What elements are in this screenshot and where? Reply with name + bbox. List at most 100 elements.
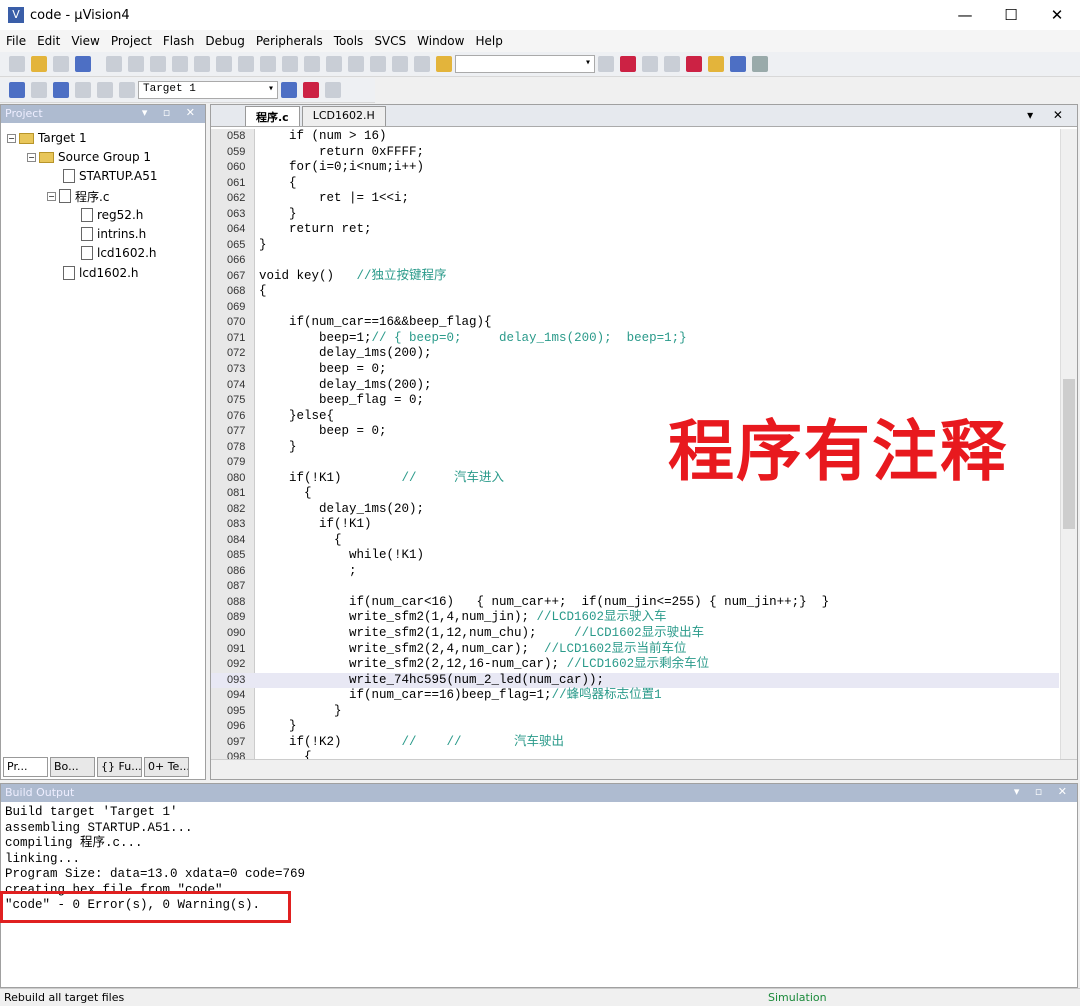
collapse-icon[interactable]: − [47,191,56,201]
maximize-button[interactable]: ☐ [988,0,1034,30]
undo-icon[interactable] [172,56,188,72]
code-statement: void key() [259,268,357,283]
menu-svcs[interactable]: SVCS [374,34,406,48]
menu-debug[interactable]: Debug [205,34,244,48]
build-icon[interactable] [31,82,47,98]
tab-lcd1602-h[interactable]: LCD1602.H [301,106,386,126]
code-text: beep_flag = 0; [259,393,424,409]
find-icon[interactable] [598,56,614,72]
line-number: 088 [227,595,246,608]
tree-file-lcd1602-inc[interactable]: lcd1602.h [81,244,157,262]
manage-books-icon[interactable] [325,82,341,98]
menu-flash[interactable]: Flash [163,34,194,48]
target-options-icon[interactable] [281,82,297,98]
breakpoint-disable-icon[interactable] [664,56,680,72]
menu-window[interactable]: Window [417,34,464,48]
target-select[interactable]: Target 1 [138,81,278,99]
manage-components-icon[interactable] [303,82,319,98]
minimize-button[interactable]: — [942,0,988,30]
code-text: { [259,486,312,502]
find-in-files-icon[interactable] [436,56,452,72]
open-file-icon[interactable] [31,56,47,72]
rebuild-icon[interactable] [53,82,69,98]
bookmark-next-icon[interactable] [304,56,320,72]
code-line: 097 if(!K2) // // 汽车驶出 [211,735,1059,751]
tree-file-startup[interactable]: STARTUP.A51 [63,167,157,185]
scroll-thumb[interactable] [1063,379,1075,529]
line-number: 085 [227,549,246,562]
menu-edit[interactable]: Edit [37,34,60,48]
save-icon[interactable] [53,56,69,72]
batch-build-icon[interactable] [75,82,91,98]
window-config-icon[interactable] [730,56,746,72]
code-text: beep = 0; [259,424,387,440]
tab-templates[interactable]: 0+ Te... [144,757,189,777]
panel-controls[interactable]: ▾ ▫ ✕ [1014,785,1073,798]
collapse-icon[interactable]: − [27,152,36,162]
paste-icon[interactable] [150,56,166,72]
close-button[interactable]: ✕ [1034,0,1080,30]
menu-project[interactable]: Project [111,34,152,48]
tree-file-main-c[interactable]: − 程序.c [47,187,109,205]
tab-books[interactable]: Bo... [50,757,95,777]
copy-icon[interactable] [128,56,144,72]
tree-label: lcd1602.h [97,246,157,260]
cut-icon[interactable] [106,56,122,72]
code-statement: ; [259,563,357,578]
menu-peripherals[interactable]: Peripherals [256,34,323,48]
tab-project[interactable]: Pr... [3,757,48,777]
nav-back-icon[interactable] [216,56,232,72]
code-text: write_sfm2(2,4,num_car); //LCD1602显示当前车位 [259,642,687,658]
find-combo[interactable] [455,55,595,73]
project-panel-title: Project [5,107,43,120]
redo-icon[interactable] [194,56,210,72]
tab-main-c[interactable]: 程序.c [245,106,300,126]
save-all-icon[interactable] [75,56,91,72]
code-statement: delay_1ms(200); [259,377,432,392]
tree-file-lcd1602[interactable]: lcd1602.h [63,264,139,282]
unindent-icon[interactable] [370,56,386,72]
code-line: 069 [211,300,1059,316]
build-output-line: Build target 'Target 1' [5,805,178,819]
nav-forward-icon[interactable] [238,56,254,72]
comment-icon[interactable] [392,56,408,72]
breakpoint-icon[interactable] [642,56,658,72]
tree-target[interactable]: − Target 1 [7,129,87,147]
bookmark-icon[interactable] [260,56,276,72]
indent-icon[interactable] [348,56,364,72]
tree-source-group[interactable]: − Source Group 1 [27,148,151,166]
code-text: { [259,284,267,300]
tree-file-intrins[interactable]: intrins.h [81,225,146,243]
settings-wrench-icon[interactable] [752,56,768,72]
debug-start-icon[interactable] [620,56,636,72]
menu-file[interactable]: File [6,34,26,48]
code-text: return ret; [259,222,372,238]
menu-view[interactable]: View [71,34,99,48]
bookmark-clear-icon[interactable] [326,56,342,72]
code-line: 060 for(i=0;i<num;i++) [211,160,1059,176]
tree-file-reg52[interactable]: reg52.h [81,206,143,224]
new-file-icon[interactable] [9,56,25,72]
menu-tools[interactable]: Tools [334,34,364,48]
code-line: 058 if (num > 16) [211,129,1059,145]
uncomment-icon[interactable] [414,56,430,72]
breakpoint-clear-icon[interactable] [708,56,724,72]
line-number: 092 [227,658,246,671]
line-number: 065 [227,238,246,251]
editor-tab-controls[interactable]: ▾ ✕ [1027,108,1071,122]
line-number: 062 [227,192,246,205]
menu-help[interactable]: Help [475,34,502,48]
vertical-scrollbar[interactable] [1060,129,1077,759]
download-icon[interactable] [119,82,135,98]
breakpoint-kill-icon[interactable] [686,56,702,72]
collapse-icon[interactable]: − [7,133,16,143]
bookmark-prev-icon[interactable] [282,56,298,72]
horizontal-scrollbar[interactable] [211,759,1077,779]
translate-icon[interactable] [9,82,25,98]
menu-bar: File Edit View Project Flash Debug Perip… [0,30,1080,52]
panel-controls[interactable]: ▾ ▫ ✕ [142,106,201,119]
stop-build-icon[interactable] [97,82,113,98]
line-number: 075 [227,394,246,407]
line-number: 072 [227,347,246,360]
tab-functions[interactable]: {} Fu... [97,757,142,777]
